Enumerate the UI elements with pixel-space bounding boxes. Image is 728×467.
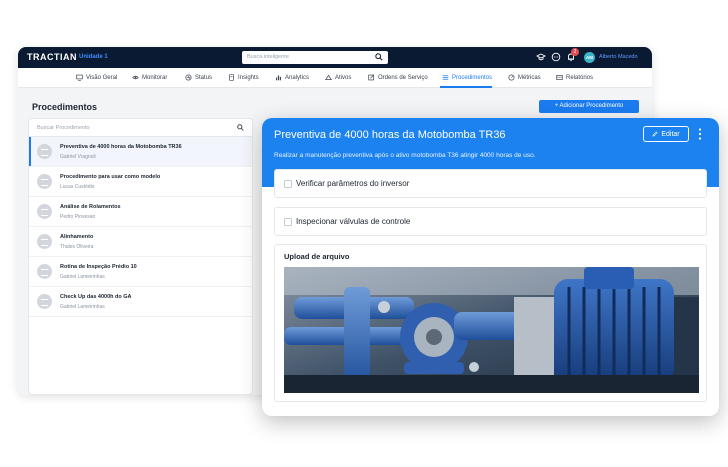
nav-item-relatorios[interactable]: Relatórios [556, 74, 593, 81]
nav-label: Ordens de Serviço [378, 74, 428, 81]
procedure-author: Gabriel Vragnoli [60, 154, 96, 160]
procedure-icon [37, 204, 52, 219]
procedure-author: Lucas Custódio [60, 184, 95, 190]
edit-icon [368, 74, 375, 81]
main-nav: Visão Geral Monitorar Status Insights An… [18, 68, 652, 88]
procedure-icon [37, 144, 52, 159]
procedure-search-input[interactable]: Buscar Procedimento [29, 119, 252, 137]
procedure-name: Check Up das 4000h do GA [60, 294, 132, 300]
nav-label: Insights [238, 74, 259, 81]
list-item[interactable]: Alinhamento Thales Oliveira [29, 227, 252, 257]
procedure-name: Análise de Rolamentos [60, 204, 121, 210]
chat-icon[interactable] [551, 52, 561, 62]
task-checkbox[interactable] [284, 218, 292, 226]
nav-item-monitorar[interactable]: Monitorar [132, 74, 167, 81]
procedure-icon [37, 294, 52, 309]
lightbulb-icon [229, 74, 234, 81]
search-icon [375, 53, 383, 61]
more-options-icon[interactable] [696, 126, 704, 142]
nav-item-ativos[interactable]: Ativos [325, 74, 351, 81]
procedure-title: Preventiva de 4000 horas da Motobomba TR… [274, 129, 506, 141]
procedure-name: Procedimento para usar como modelo [60, 174, 161, 180]
gauge-icon [508, 74, 515, 81]
bar-chart-icon [276, 75, 281, 81]
list-item[interactable]: Análise de Rolamentos Pedro Piovesan [29, 197, 252, 227]
monitor-icon [76, 74, 83, 81]
nav-label: Métricas [518, 74, 541, 81]
edit-label: Editar [661, 130, 680, 138]
procedure-name: Alinhamento [60, 234, 94, 240]
procedure-author: Pedro Piovesan [60, 214, 96, 220]
nav-item-ordens-de-servico[interactable]: Ordens de Serviço [368, 74, 428, 81]
procedure-icon [37, 234, 52, 249]
list-item[interactable]: Rotina de Inspeção Prédio 10 Gabriel Lam… [29, 257, 252, 287]
nav-item-visao-geral[interactable]: Visão Geral [76, 74, 117, 81]
list-item[interactable]: Check Up das 4000h do GA Gabriel Lameiri… [29, 287, 252, 317]
list-item[interactable]: Procedimento para usar como modelo Lucas… [29, 167, 252, 197]
procedure-author: Thales Oliveira [60, 244, 94, 250]
procedure-icon [37, 264, 52, 279]
procedure-detail-card: Preventiva de 4000 horas da Motobomba TR… [262, 118, 719, 416]
nav-label: Monitorar [142, 74, 168, 81]
user-name[interactable]: Alberto Macedo [599, 54, 638, 60]
nav-item-analytics[interactable]: Analytics [275, 74, 309, 81]
eye-icon [132, 75, 139, 80]
nav-label: Status [195, 74, 213, 81]
upload-section: Upload de arquivo [274, 244, 707, 402]
procedure-icon [37, 174, 52, 189]
unit-selector[interactable]: Unidade 1 [79, 54, 108, 60]
nav-item-insights[interactable]: Insights [228, 74, 259, 81]
graduation-cap-icon[interactable] [536, 52, 546, 62]
task-item[interactable]: Inspecionar válvulas de controle [274, 207, 707, 236]
brand-logo[interactable]: TRACTIAN [27, 52, 77, 62]
uploaded-photo[interactable] [284, 267, 699, 393]
task-checkbox[interactable] [284, 180, 292, 188]
status-icon [185, 74, 192, 81]
edit-button[interactable]: Editar [643, 126, 689, 142]
notification-badge: 2 [571, 48, 579, 56]
active-tab-indicator [440, 86, 492, 88]
procedure-description: Realizar a manutenção preventiva após o … [274, 152, 536, 159]
nav-label: Procedimentos [452, 74, 493, 81]
procedure-name: Preventiva de 4000 horas da Motobomba TR… [60, 144, 182, 150]
avatar[interactable]: AM [584, 52, 595, 63]
report-icon [556, 75, 563, 80]
nav-label: Relatórios [566, 74, 594, 81]
top-bar: TRACTIAN Unidade 1 Busca inteligente 2 A… [18, 47, 652, 68]
upload-label: Upload de arquivo [284, 252, 350, 261]
task-label: Inspecionar válvulas de controle [296, 217, 411, 226]
list-item[interactable]: Preventiva de 4000 horas da Motobomba TR… [29, 137, 252, 167]
task-item[interactable]: Verificar parâmetros do inversor [274, 169, 707, 198]
search-icon [237, 124, 244, 131]
procedure-list: Buscar Procedimento Preventiva de 4000 h… [28, 118, 253, 395]
search-placeholder: Busca inteligente [247, 54, 289, 60]
nav-label: Ativos [335, 74, 352, 81]
nav-label: Analytics [285, 74, 310, 81]
nav-item-status[interactable]: Status [185, 74, 212, 81]
pencil-icon [652, 131, 658, 137]
procedure-name: Rotina de Inspeção Prédio 10 [60, 264, 137, 270]
procedure-author: Gabriel Lameirinhas [60, 274, 105, 280]
add-procedure-button[interactable]: + Adicionar Procedimento [539, 100, 639, 113]
asset-icon [325, 74, 332, 80]
procedure-search-placeholder: Buscar Procedimento [37, 125, 90, 131]
task-label: Verificar parâmetros do inversor [296, 179, 410, 188]
nav-item-procedimentos[interactable]: Procedimentos [442, 74, 492, 81]
procedure-author: Gabriel Lameirinhas [60, 304, 105, 310]
nav-label: Visão Geral [86, 74, 118, 81]
nav-item-metricas[interactable]: Métricas [508, 74, 541, 81]
page-title: Procedimentos [32, 102, 98, 112]
global-search-input[interactable]: Busca inteligente [242, 51, 388, 64]
list-icon [442, 75, 449, 80]
